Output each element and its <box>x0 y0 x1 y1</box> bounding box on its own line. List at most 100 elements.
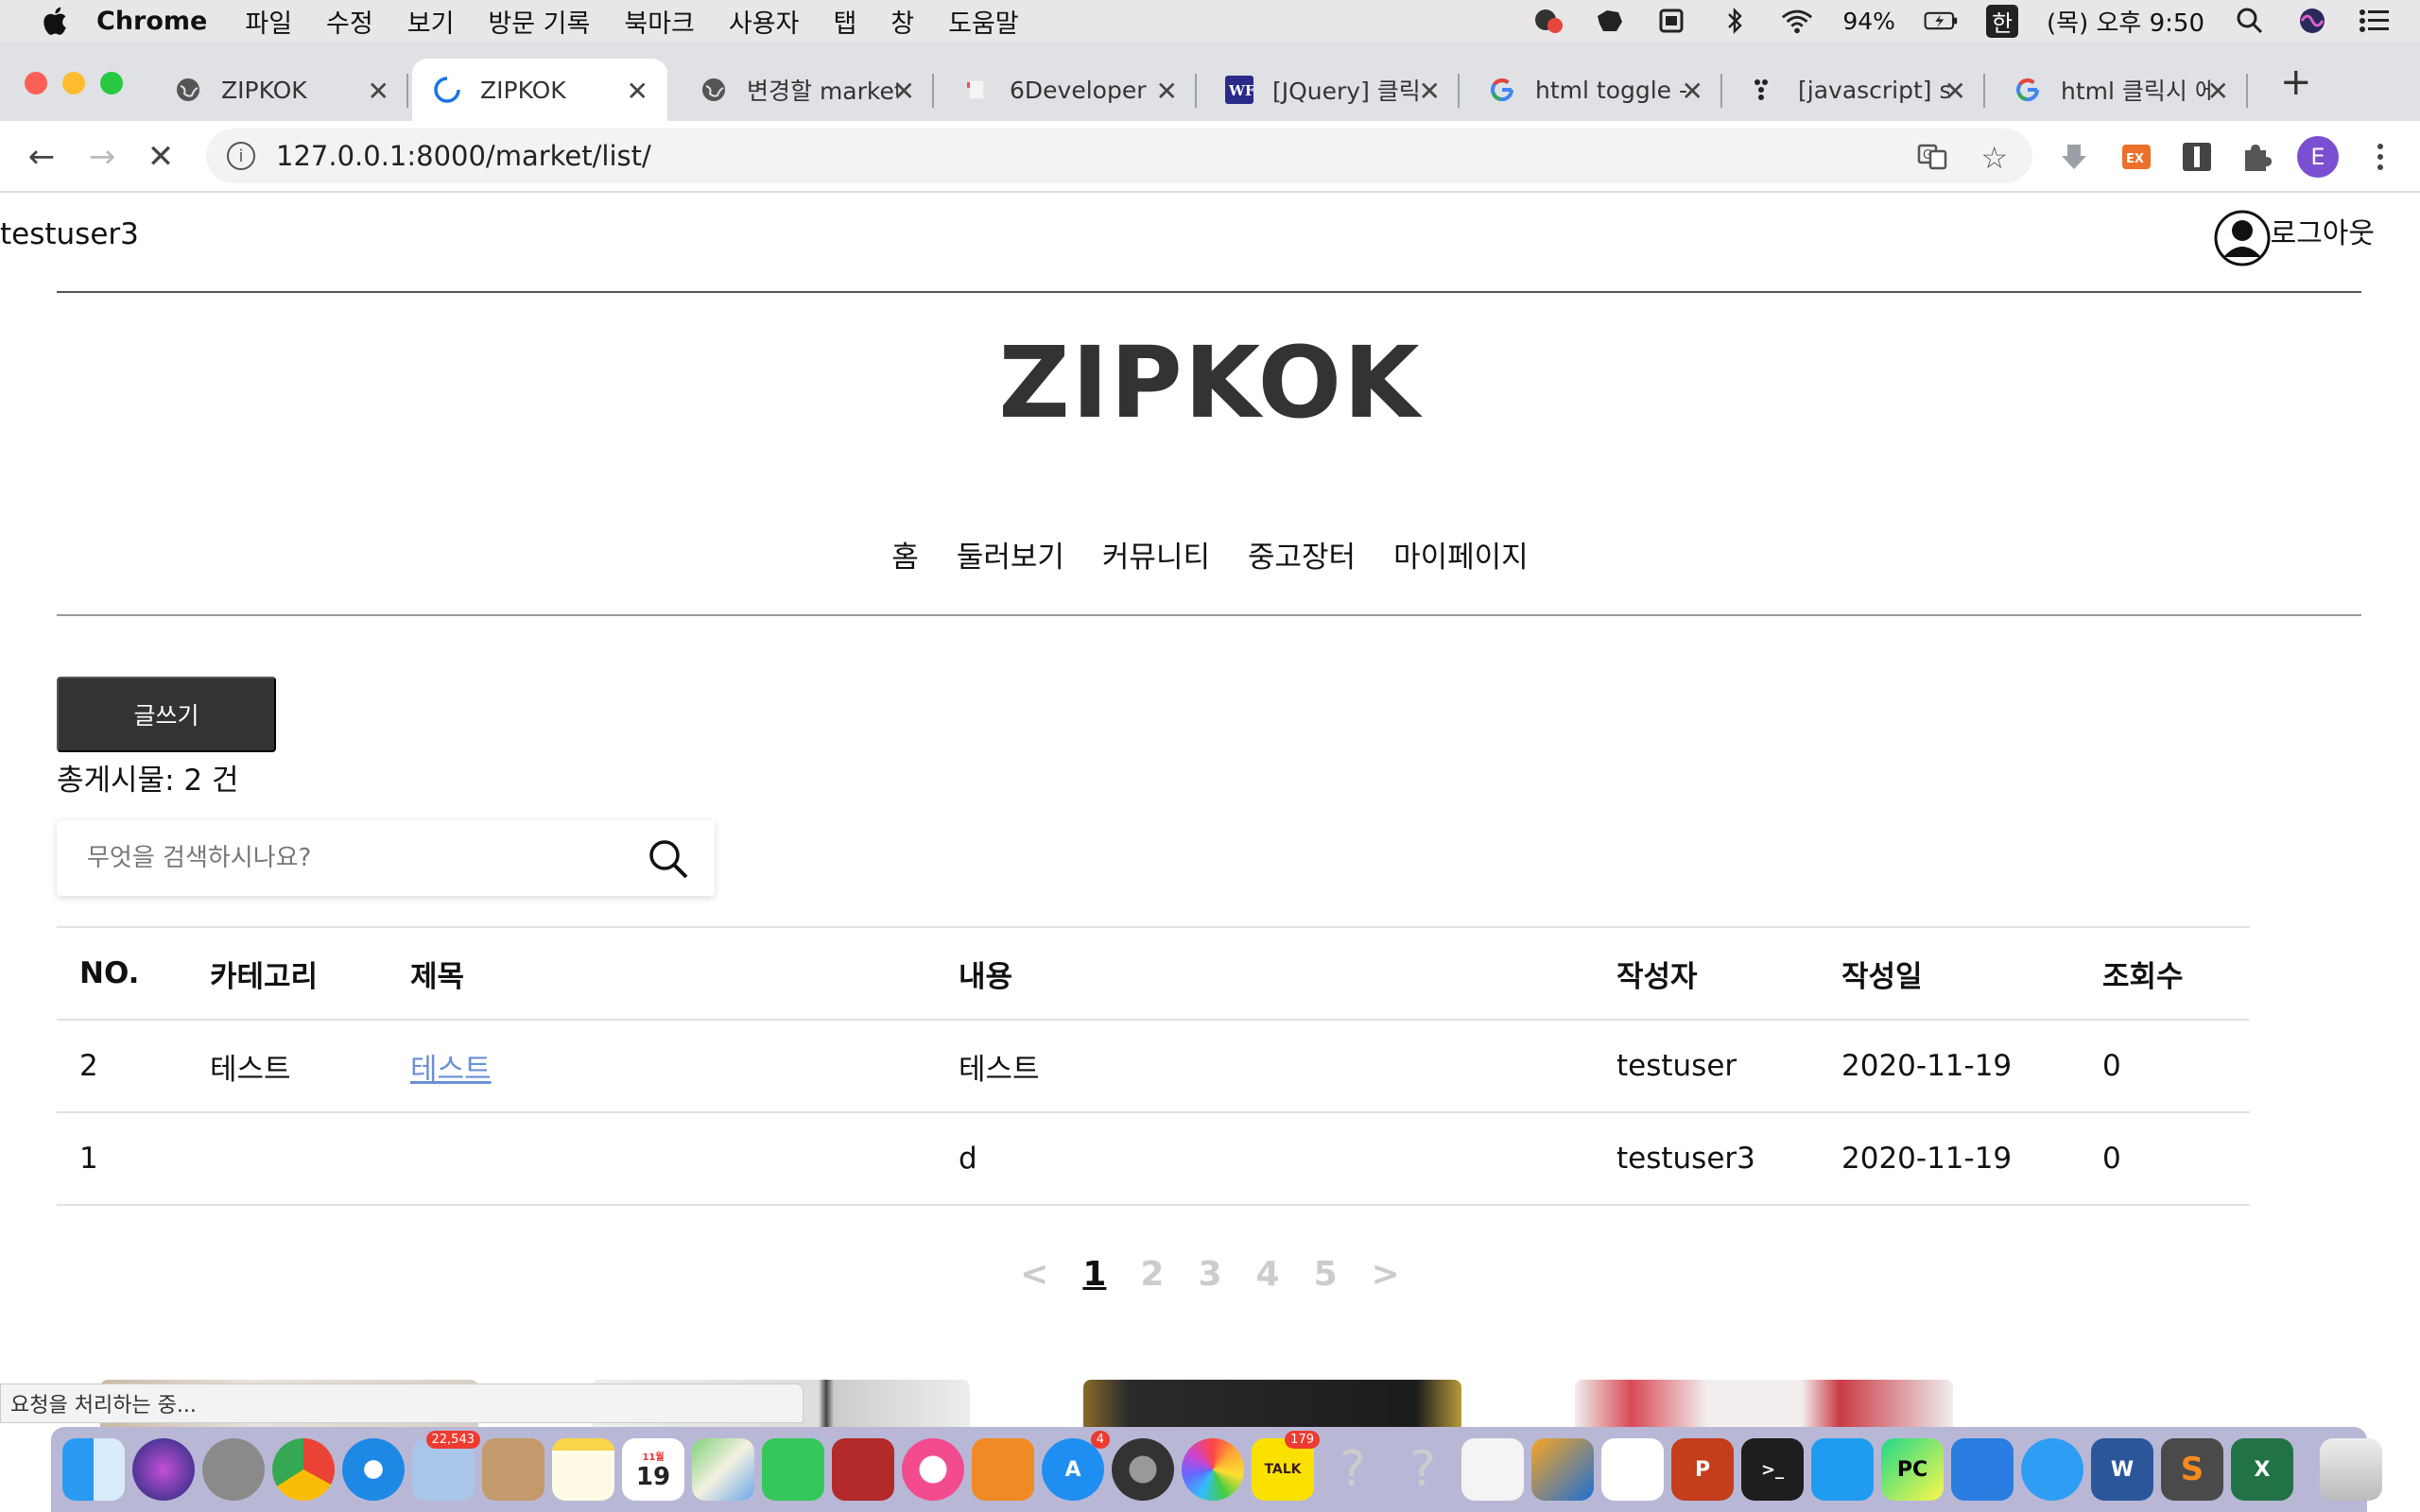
sublime-text-icon[interactable]: S <box>2161 1438 2223 1501</box>
post-title-link[interactable]: 테스트 <box>410 1053 492 1087</box>
nav-mypage[interactable]: 마이페이지 <box>1393 533 1529 576</box>
tab-close-icon[interactable]: ✕ <box>1156 76 1178 107</box>
notification-app-icon[interactable] <box>1530 7 1564 35</box>
finder-icon[interactable] <box>62 1438 125 1501</box>
chrome-menu-icon[interactable] <box>2363 140 2397 174</box>
ex-extension-icon[interactable]: EX <box>2119 140 2153 174</box>
bookmark-star-icon[interactable]: ☆ <box>1980 140 2008 176</box>
stop-loading-icon[interactable]: ✕ <box>142 138 180 176</box>
launchpad-icon[interactable] <box>202 1438 265 1501</box>
tab-close-icon[interactable]: ✕ <box>893 76 915 107</box>
close-window-button[interactable] <box>25 72 47 94</box>
terminal-icon[interactable]: >_ <box>1741 1438 1804 1501</box>
pagination-next[interactable]: > <box>1372 1255 1400 1294</box>
tab-market[interactable]: 변경할 market ✕ <box>679 59 934 121</box>
tab-close-icon[interactable]: ✕ <box>2207 76 2229 107</box>
chrome-icon[interactable] <box>272 1438 335 1501</box>
tab-close-icon[interactable]: ✕ <box>1419 76 1441 107</box>
menubar-clock[interactable]: (목) 오후 9:50 <box>2047 4 2204 39</box>
unknown-app-icon[interactable]: ? <box>1322 1438 1384 1501</box>
back-arrow-icon[interactable]: ← <box>23 138 60 176</box>
tab-close-icon[interactable]: ✕ <box>627 76 648 107</box>
pagination-prev[interactable]: < <box>1020 1255 1048 1294</box>
product-thumbnail[interactable] <box>1083 1380 1461 1427</box>
pagination-page-4[interactable]: 4 <box>1256 1255 1280 1294</box>
word-icon[interactable]: W <box>2091 1438 2153 1501</box>
contacts-icon[interactable] <box>482 1438 544 1501</box>
write-post-button[interactable]: 글쓰기 <box>57 677 276 752</box>
pagination-page-2[interactable]: 2 <box>1140 1255 1164 1294</box>
search-icon[interactable] <box>647 837 690 881</box>
control-center-list-icon[interactable] <box>2358 7 2392 35</box>
profile-avatar[interactable]: E <box>2297 136 2339 178</box>
apple-icon[interactable] <box>40 5 68 37</box>
wifi-icon[interactable] <box>1780 7 1814 35</box>
url-text[interactable]: 127.0.0.1:8000/market/list/ <box>276 140 651 172</box>
pagination-page-3[interactable]: 3 <box>1198 1255 1221 1294</box>
textedit-icon[interactable] <box>1461 1438 1524 1501</box>
tab-close-icon[interactable]: ✕ <box>1945 76 1966 107</box>
site-info-icon[interactable]: i <box>227 142 255 170</box>
facetime-icon[interactable] <box>762 1438 824 1501</box>
korean-app-icon[interactable] <box>1951 1438 2014 1501</box>
display-icon[interactable] <box>1655 7 1689 35</box>
books-icon[interactable] <box>972 1438 1034 1501</box>
tab-html-click[interactable]: html 클릭시 에 ✕ <box>1993 59 2248 121</box>
pycharm-icon[interactable]: PC <box>1881 1438 1944 1501</box>
menu-people[interactable]: 사용자 <box>729 3 800 40</box>
nav-home[interactable]: 홈 <box>891 533 919 576</box>
notes-icon[interactable] <box>552 1438 614 1501</box>
document-file-icon[interactable] <box>1601 1438 1664 1501</box>
itunes-icon[interactable] <box>902 1438 964 1501</box>
tab-zipkok-active[interactable]: ZIPKOK ✕ <box>412 59 667 121</box>
pagination-page-5[interactable]: 5 <box>1314 1255 1338 1294</box>
spotlight-search-icon[interactable] <box>2233 7 2267 35</box>
new-tab-plus-icon[interactable]: + <box>2280 60 2312 104</box>
extensions-puzzle-icon[interactable] <box>2238 140 2273 174</box>
tab-zipkok-1[interactable]: ZIPKOK ✕ <box>153 59 408 121</box>
photo-booth-icon[interactable] <box>832 1438 894 1501</box>
tab-close-icon[interactable]: ✕ <box>368 76 389 107</box>
tab-jquery[interactable]: WF [JQuery] 클릭 ✕ <box>1204 59 1460 121</box>
tab-javascript[interactable]: [javascript] s ✕ <box>1730 59 1985 121</box>
nav-market[interactable]: 중고장터 <box>1248 533 1356 576</box>
forward-arrow-icon[interactable]: → <box>83 138 121 176</box>
menu-help[interactable]: 도움말 <box>948 3 1019 40</box>
siri-icon[interactable] <box>2295 7 2329 35</box>
search-input[interactable] <box>87 844 616 872</box>
nav-community[interactable]: 커뮤니티 <box>1102 533 1210 576</box>
menu-bookmarks[interactable]: 북마크 <box>624 3 695 40</box>
app-store-icon[interactable]: A4 <box>1042 1431 1110 1501</box>
menu-tab[interactable]: 탭 <box>833 3 856 40</box>
menu-edit[interactable]: 수정 <box>326 3 373 40</box>
tab-html-toggle[interactable]: html toggle - ✕ <box>1467 59 1722 121</box>
translate-icon[interactable]: G <box>1917 142 1947 172</box>
evernote-icon[interactable] <box>1593 7 1627 35</box>
maps-icon[interactable] <box>692 1438 754 1501</box>
system-preferences-icon[interactable] <box>1112 1438 1174 1501</box>
excel-icon[interactable]: X <box>2231 1438 2293 1501</box>
minimize-window-button[interactable] <box>62 72 85 94</box>
pagination-page-1[interactable]: 1 <box>1082 1255 1106 1294</box>
photos-icon[interactable] <box>1182 1438 1244 1501</box>
input-method-indicator[interactable]: 한 <box>1985 4 2019 38</box>
kakaotalk-icon[interactable]: TALK 179 <box>1252 1431 1320 1501</box>
product-thumbnail[interactable] <box>1575 1380 1953 1427</box>
unknown-app-icon[interactable]: ? <box>1392 1438 1454 1501</box>
nav-browse[interactable]: 둘러보기 <box>957 533 1064 576</box>
safari-icon[interactable] <box>342 1438 405 1501</box>
pages-icon[interactable] <box>1531 1438 1594 1501</box>
address-bar[interactable]: i 127.0.0.1:8000/market/list/ G ☆ <box>206 129 2032 183</box>
siri-icon[interactable] <box>132 1438 195 1501</box>
tab-6developer[interactable]: 6Developer ✕ <box>942 59 1197 121</box>
site-logo[interactable]: ZIPKOK <box>0 325 2420 440</box>
tab-close-icon[interactable]: ✕ <box>1682 76 1703 107</box>
maximize-window-button[interactable] <box>100 72 123 94</box>
logout-link[interactable]: 로그아웃 <box>2214 210 2375 266</box>
menu-window[interactable]: 창 <box>890 3 914 40</box>
trash-icon[interactable] <box>2320 1438 2382 1501</box>
instapaper-extension-icon[interactable] <box>2180 140 2214 174</box>
battery-icon[interactable] <box>1924 7 1958 35</box>
menu-app-name[interactable]: Chrome <box>96 7 207 36</box>
vscode-icon[interactable] <box>1811 1438 1874 1501</box>
